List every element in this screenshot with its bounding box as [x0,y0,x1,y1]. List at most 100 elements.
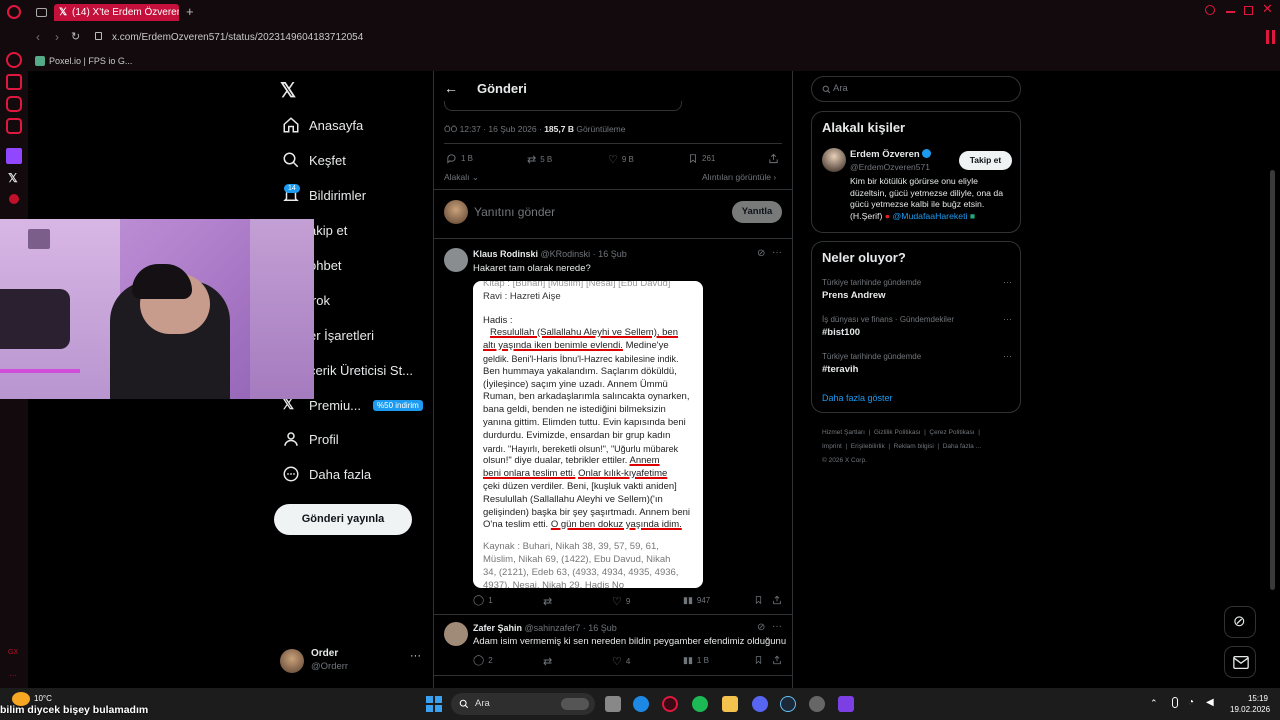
new-tab-icon[interactable]: + [186,4,194,19]
grok-icon[interactable]: ⊘ [757,248,765,259]
x-logo-icon[interactable]: 𝕏 [280,78,296,103]
views-action[interactable]: ▮▮ 1 B [683,655,709,666]
share-action[interactable] [772,595,782,605]
sidebar-toggle-icon-2[interactable] [1272,30,1275,44]
nav-home[interactable]: Anasayfa [282,112,363,138]
person-mention-link[interactable]: @MudafaaHareketi [892,211,967,221]
reply-action[interactable]: ◯ 1 [473,595,493,606]
discord-icon[interactable] [752,696,768,712]
bookmark-action[interactable]: 261 [688,153,715,164]
footer-link[interactable]: Hizmet Şartları [822,429,865,436]
footer-link[interactable]: Reklam bilgisi [894,443,934,450]
sidebar-instagram-icon[interactable] [6,118,22,134]
close-window-icon[interactable]: ✕ [1262,1,1273,17]
reply-more-icon[interactable]: ··· [772,621,782,632]
sidebar-aria-icon[interactable] [6,74,22,90]
trend-more-icon[interactable]: ··· [1003,314,1012,324]
sidebar-more-icon[interactable]: ··· [9,671,17,680]
reply-button[interactable]: Yanıtla [732,201,782,223]
repost-action[interactable]: ⇄ 5 B [527,153,552,166]
sidebar-toggle-icon[interactable] [1266,30,1269,44]
reply-avatar[interactable] [444,622,468,646]
edge-icon[interactable] [633,696,649,712]
reply-input[interactable]: Yanıtını gönder [474,205,555,219]
search-box[interactable]: Ara [811,76,1021,102]
browser-tab-active[interactable]: 𝕏 (14) X'te Erdem Özveren: " [54,4,179,21]
page-scrollbar[interactable] [1270,170,1275,590]
windows-start-icon[interactable] [426,696,442,712]
app-icon[interactable] [838,696,854,712]
tray-chevron-icon[interactable]: ⌃ [1150,698,1158,709]
show-more-link[interactable]: Daha fazla göster [822,393,893,403]
taskbar-search[interactable]: Ara [451,693,595,715]
sidebar-twitch-icon[interactable] [6,148,22,164]
reply-attached-image[interactable]: Kitap : [Buhari] [Müslim] [Nesai] [Ebu D… [473,281,703,588]
steam-icon[interactable] [780,696,796,712]
nav-profile[interactable]: Profil [282,426,339,452]
back-icon[interactable]: ‹ [36,30,40,44]
share-action[interactable] [772,655,782,665]
network-icon[interactable]: ◔ [1188,697,1194,708]
like-action[interactable]: ♡ 9 B [608,153,634,166]
grok-floating-button[interactable]: ⊘ [1224,606,1256,638]
microphone-icon[interactable] [1172,697,1178,708]
url-input[interactable]: x.com/ErdemOzveren571/status/20231496041… [112,32,363,43]
search-tabs-icon[interactable] [1205,5,1215,15]
bookmark-action[interactable] [754,595,763,605]
clock[interactable]: 15:19 19.02.2026 [1230,693,1270,715]
maximize-icon[interactable] [1244,6,1253,15]
grok-icon[interactable]: ⊘ [757,622,765,633]
like-action[interactable]: ♡ 4 [612,655,630,668]
reply-action[interactable]: 1 B [446,153,473,164]
footer-link[interactable]: Erişilebilirlik [851,443,885,450]
nav-explore[interactable]: Keşfet [282,147,346,173]
footer-link[interactable]: Gizlilik Politikası [874,429,921,436]
sidebar-music-icon[interactable] [9,194,19,204]
trend-item[interactable]: Türkiye tarihinde gündemde #teravih ··· [822,351,1012,375]
volume-icon[interactable]: ◀ [1206,697,1214,708]
messages-floating-button[interactable] [1224,646,1256,678]
share-action[interactable] [768,153,779,164]
search-input[interactable]: Ara [833,83,848,94]
sidebar-messenger-icon[interactable] [6,52,22,68]
weather-temp[interactable]: 10°C [34,694,52,703]
sidebar-x-icon[interactable]: 𝕏 [8,171,18,185]
task-view-icon[interactable] [605,696,621,712]
reload-icon[interactable]: ↻ [71,30,80,43]
trend-item[interactable]: İş dünyası ve finans · Gündemdekiler #bi… [822,314,1012,338]
repost-action[interactable]: ⇄ [543,595,552,608]
person-name-row[interactable]: Erdem Özveren [850,149,932,160]
minimize-icon[interactable] [1226,11,1235,13]
views-action[interactable]: ▮▮ 947 [683,595,710,606]
sidebar-whatsapp-icon[interactable] [6,96,22,112]
person-avatar[interactable] [822,148,846,172]
reply-author-name[interactable]: Zafer Şahin [473,623,522,633]
back-arrow-icon[interactable]: ← [444,80,458,96]
reply-avatar[interactable] [444,248,468,272]
footer-link[interactable]: Daha fazla ... [943,443,981,450]
bookmark-poxel[interactable]: Poxel.io | FPS io G... [49,56,132,66]
reply-action[interactable]: ◯ 2 [473,655,493,666]
post-button[interactable]: Gönderi yayınla [274,504,412,535]
reply-more-icon[interactable]: ··· [772,247,782,258]
trend-item[interactable]: Türkiye tarihinde gündemde Prens Andrew … [822,277,1012,301]
nav-more[interactable]: Daha fazla [282,461,371,487]
follow-button[interactable]: Takip et [959,151,1012,170]
forward-icon[interactable]: › [55,30,59,44]
repost-action[interactable]: ⇄ [543,655,552,668]
file-explorer-icon[interactable] [722,696,738,712]
bookmark-action[interactable] [754,655,763,665]
spotify-icon[interactable] [692,696,708,712]
opera-gx-icon[interactable] [662,696,678,712]
trend-more-icon[interactable]: ··· [1003,277,1012,287]
obs-icon[interactable] [809,696,825,712]
like-action[interactable]: ♡ 9 [612,595,630,608]
account-switcher[interactable]: Order @Orderr ··· [280,647,425,675]
account-more-icon[interactable]: ··· [410,650,421,662]
footer-link[interactable]: Çerez Politikası [929,429,974,436]
footer-link[interactable]: Imprint [822,443,842,450]
opera-logo-icon[interactable] [7,5,21,19]
view-quotes-link[interactable]: Alıntıları görüntüle › [702,172,776,182]
reply-author-name[interactable]: Klaus Rodinski [473,249,538,259]
trend-more-icon[interactable]: ··· [1003,351,1012,361]
